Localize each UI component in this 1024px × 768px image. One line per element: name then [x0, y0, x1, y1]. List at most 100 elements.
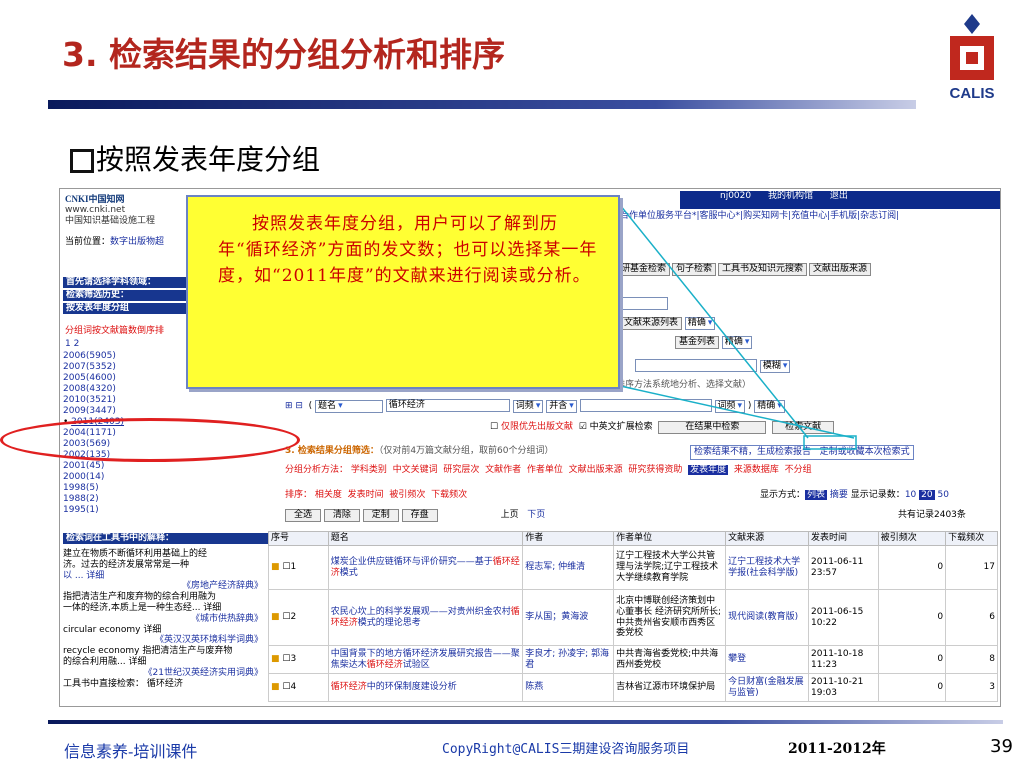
year-item: 2010(3521) — [63, 395, 116, 405]
freq-select[interactable]: 词频 — [512, 400, 544, 413]
add-row-icon[interactable]: ⊞ ⊟ — [285, 401, 303, 411]
dictionary-notes: 建立在物质不断循环利用基础上的经 济。过去的经济发展常常是一种 以 ... 详细… — [63, 549, 263, 689]
sort-date[interactable]: 发表时间 — [348, 490, 384, 500]
select-all-button[interactable]: 全选 — [285, 509, 322, 522]
custom-button[interactable]: 定制 — [362, 509, 399, 522]
next-page-link[interactable]: 下页 — [527, 510, 545, 520]
highlight-ellipse — [0, 418, 300, 462]
section-subtitle: 按照发表年度分组 — [70, 138, 320, 178]
slide-title: 3. 检索结果的分组分析和排序 — [62, 35, 505, 74]
group-subject[interactable]: 学科类别 — [351, 465, 387, 475]
result-title[interactable]: 煤炭企业供应链循环与评价研究——基于循环经济模式 — [327, 545, 524, 590]
search-report-link[interactable]: 检索结果不精，生成检索报告 — [694, 447, 811, 457]
year-item: 1988(2) — [63, 494, 99, 504]
top-links[interactable]: 合作单位服务平台*|客服中心*|购买知网卡|充值中心|手机版|杂志订阅| — [620, 211, 899, 222]
author-input[interactable] — [635, 359, 757, 372]
field-select[interactable]: 题名 — [315, 400, 384, 413]
title-divider — [48, 100, 916, 109]
display-list[interactable]: 列表 — [805, 490, 828, 500]
search-input-top[interactable] — [620, 297, 668, 310]
year-item: 1998(5) — [63, 483, 99, 493]
sort-relevance[interactable]: 相关度 — [315, 490, 342, 500]
calis-logo-icon: CALIS — [950, 14, 995, 102]
col-source[interactable]: 文献来源 — [725, 531, 810, 546]
sort-cited[interactable]: 被引频次 — [389, 490, 425, 500]
group-label: 分组分析方法： — [285, 465, 349, 475]
year-pages[interactable]: 1 2 — [65, 339, 79, 350]
per-page-label: 显示记录数： — [850, 490, 905, 500]
col-cited[interactable]: 被引频次 — [877, 531, 947, 546]
display-bar: 显示方式： 列表 摘要 显示记录数：10 20 50 — [760, 490, 949, 501]
form-row-fund: 基金列表 精确 — [675, 336, 753, 349]
table-row: ■ ☐2 农民心坎上的科学发展观——对贵州织金农村循环经济模式的理论思考 李从国… — [268, 589, 998, 646]
dictionary-head[interactable]: 检索词在工具书中的解释： — [63, 533, 271, 544]
per-page-20[interactable]: 20 — [919, 490, 935, 500]
current-position-link[interactable]: 数字出版物超 — [110, 237, 164, 247]
per-page-10[interactable]: 10 — [905, 490, 916, 500]
freq2-select[interactable]: 词频 — [714, 400, 746, 413]
footer-copyright: CopyRight@CALIS三期建设咨询服务项目 — [442, 742, 690, 757]
group-level[interactable]: 研究层次 — [443, 465, 479, 475]
match-select[interactable]: 精确 — [684, 317, 716, 330]
year-item: 1995(1) — [63, 505, 99, 515]
group-fund[interactable]: 研究获得资助 — [628, 465, 682, 475]
group-author[interactable]: 文献作者 — [485, 465, 521, 475]
folder-icon[interactable]: ■ — [271, 612, 280, 622]
display-abstract[interactable]: 摘要 — [830, 490, 848, 500]
tab-sentence-search[interactable]: 句子检索 — [672, 263, 717, 276]
col-date[interactable]: 发表时间 — [808, 531, 879, 546]
tab-reference-search[interactable]: 工具书及知识元搜索 — [718, 263, 808, 276]
group-year-selected[interactable]: 发表年度 — [688, 465, 729, 475]
sort-hint[interactable]: 分组词按文献篇数倒序排 — [65, 326, 164, 337]
subtitle-text: 按照发表年度分组 — [96, 143, 321, 176]
group-none[interactable]: 不分组 — [785, 465, 812, 475]
my-library-link[interactable]: 我的机构馆 — [768, 191, 813, 201]
exact-select[interactable]: 模糊 — [759, 360, 791, 373]
logout-link[interactable]: 退出 — [830, 191, 848, 201]
group-keyword[interactable]: 中文关键词 — [393, 465, 438, 475]
group-source[interactable]: 文献出版来源 — [569, 465, 623, 475]
year-item: 2001(45) — [63, 461, 105, 471]
folder-icon[interactable]: ■ — [271, 682, 280, 692]
only-first-checkbox[interactable]: ☐ — [490, 422, 498, 432]
footer-year: 2011-2012年 — [788, 741, 886, 757]
keyword-input[interactable]: 循环经济 — [385, 399, 510, 412]
save-query-link[interactable]: 定制或收藏本次检索式 — [820, 447, 910, 457]
group-db[interactable]: 来源数据库 — [734, 465, 779, 475]
fund-list-button[interactable]: 基金列表 — [675, 336, 720, 349]
cn-en-checkbox[interactable]: ☑ — [579, 422, 587, 432]
source-list-button[interactable]: 文献来源列表 — [620, 317, 683, 330]
filter-title: 3. 检索结果分组筛选： — [285, 446, 379, 456]
tab-source-search[interactable]: 文献出版来源 — [809, 263, 872, 276]
form-row-author: 模糊 — [635, 359, 791, 373]
save-button[interactable]: 存盘 — [401, 509, 438, 522]
col-title[interactable]: 题名 — [327, 531, 524, 546]
col-download[interactable]: 下载频次 — [945, 531, 998, 546]
user-id: nj0020 — [720, 191, 752, 201]
group-org[interactable]: 作者单位 — [527, 465, 563, 475]
col-org[interactable]: 作者单位 — [613, 531, 727, 546]
filter-bar: 3. 检索结果分组筛选：（仅对前4万篇文献分组，取前60个分组词） — [285, 446, 554, 457]
folder-icon[interactable]: ■ — [271, 654, 280, 664]
folder-icon[interactable]: ■ — [271, 562, 280, 572]
bullet-square-icon — [70, 149, 94, 173]
action-bar: 全选 清除 定制 存盘 上页 下页 — [285, 509, 545, 522]
search-button[interactable]: 检索文献 — [772, 421, 835, 434]
per-page-50[interactable]: 50 — [937, 490, 948, 500]
keyword-input-2[interactable] — [579, 399, 712, 412]
prev-page-link[interactable]: 上页 — [501, 510, 519, 520]
result-title[interactable]: 中国背景下的地方循环经济发展研究报告——聚焦柴达木循环经济试验区 — [327, 645, 524, 674]
logic-select[interactable]: 并含 — [546, 400, 577, 413]
col-author[interactable]: 作者 — [522, 531, 615, 546]
results-table: 序号 题名 作者 作者单位 文献来源 发表时间 被引频次 下载频次 ■ ☐1 煤… — [268, 531, 998, 702]
year-item: 2009(3447) — [63, 406, 116, 416]
search-in-result-button[interactable]: 在结果中检索 — [658, 421, 767, 434]
fund-match-select[interactable]: 精确 — [721, 336, 753, 349]
sort-download[interactable]: 下载频次 — [431, 490, 467, 500]
sort-label: 排序： — [285, 490, 313, 500]
clear-button[interactable]: 清除 — [323, 509, 360, 522]
form-row-source: 文献来源列表 精确 — [620, 317, 716, 330]
match2-select[interactable]: 精确 — [754, 400, 785, 413]
result-title[interactable]: 循环经济中的环保制度建设分析 — [327, 673, 524, 702]
result-title[interactable]: 农民心坎上的科学发展观——对贵州织金农村循环经济模式的理论思考 — [327, 589, 524, 646]
